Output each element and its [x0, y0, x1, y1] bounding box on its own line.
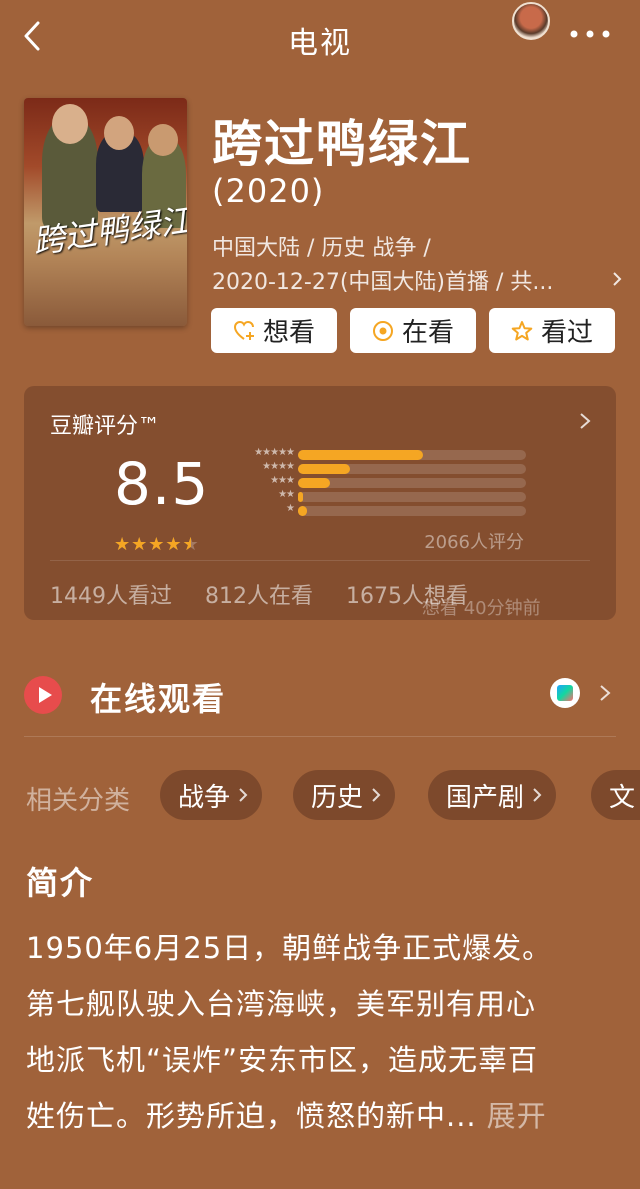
online-watch-title: 在线观看: [90, 680, 227, 718]
related-categories: 相关分类 战争 历史 国产剧 文: [24, 770, 640, 820]
play-icon: [24, 676, 62, 714]
movie-year: (2020): [212, 172, 325, 210]
intro-line-text: 姓伤亡。形势所迫，愤怒的新中...: [26, 1099, 477, 1133]
intro-heading: 简介: [26, 864, 95, 902]
chevron-right-icon: [372, 788, 381, 802]
poster-face: [148, 124, 178, 156]
category-chip[interactable]: 国产剧: [428, 770, 557, 820]
chevron-right-icon: [533, 788, 542, 802]
rating-distribution: ★★★★★ ★★★★ ★★★ ★★ ★: [234, 447, 554, 520]
rating-stars: ★★★★★ ★★★★★: [114, 534, 200, 555]
chevron-right-icon[interactable]: [578, 412, 592, 430]
distribution-bar: [298, 464, 351, 474]
chevron-right-icon: [600, 685, 611, 701]
distribution-row-3: ★★★: [234, 475, 554, 489]
top-bar: 电视: [0, 0, 640, 76]
divider: [24, 736, 616, 737]
watching-count: 812人在看: [205, 584, 313, 609]
watched-count: 1449人看过: [50, 584, 172, 609]
category-chip-label: 战争: [178, 782, 231, 813]
star-outline-icon: [511, 320, 533, 340]
distribution-bar: [298, 506, 308, 516]
three-star-icon: ★★★: [270, 475, 295, 486]
want-button[interactable]: 想看: [211, 308, 337, 353]
five-star-icon: ★★★★★: [254, 447, 295, 458]
category-chip-label: 文: [609, 782, 636, 813]
poster-face: [104, 116, 134, 150]
intro-line: 姓伤亡。形势所迫，愤怒的新中... 展开: [26, 1088, 616, 1144]
online-watch-row[interactable]: 在线观看: [24, 666, 616, 722]
watched-button[interactable]: 看过: [489, 308, 615, 353]
poster-face: [52, 104, 88, 144]
distribution-bar: [298, 492, 303, 502]
expand-link[interactable]: 展开: [487, 1099, 547, 1133]
target-icon: [372, 320, 393, 341]
two-star-icon: ★★: [278, 489, 295, 500]
rating-card[interactable]: 豆瓣评分™ 8.5 ★★★★★ ★★★★ ★ ★★★★ ★ ★★★ ★ ★★ ★ ★ ★ …: [24, 386, 616, 620]
status-toast: 想看 40分钟前: [422, 598, 541, 619]
distribution-bar: [298, 450, 424, 460]
avatar[interactable]: [512, 2, 550, 40]
distribution-row-5: ★★★★★: [234, 447, 554, 461]
rating-count: 2066人评分: [424, 532, 524, 553]
watching-button-label: 在看: [401, 318, 454, 348]
category-chip[interactable]: 战争: [160, 770, 263, 820]
rating-label: 豆瓣评分™: [50, 414, 161, 439]
video-app-icon: [550, 678, 580, 708]
chevron-right-icon: [239, 788, 248, 802]
more-icon[interactable]: [566, 22, 614, 46]
four-star-icon: ★★★★: [262, 461, 295, 472]
movie-meta-line2[interactable]: 2020-12-27(中国大陆)首播 / 共...: [212, 264, 622, 296]
movie-title: 跨过鸭绿江: [212, 115, 472, 173]
intro-line: 1950年6月25日，朝鲜战争正式爆发。: [26, 931, 553, 965]
category-chip[interactable]: 历史: [293, 770, 396, 820]
distribution-row-2: ★★: [234, 489, 554, 503]
category-chip[interactable]: 文: [591, 770, 640, 820]
intro-line: 第七舰队驶入台湾海峡，美军别有用心: [26, 987, 537, 1021]
rating-score: 8.5: [114, 450, 210, 518]
want-button-label: 想看: [262, 318, 315, 348]
one-star-icon: ★: [286, 503, 295, 514]
poster-image[interactable]: 跨过鸭绿江: [24, 98, 187, 326]
stars-filled: ★★★★★: [114, 534, 191, 555]
distribution-bar: [298, 478, 330, 488]
distribution-row-4: ★★★★: [234, 461, 554, 475]
movie-meta-line2-text: 2020-12-27(中国大陆)首播 / 共...: [212, 270, 554, 295]
chevron-right-icon: [613, 272, 622, 286]
watched-button-label: 看过: [540, 318, 593, 348]
category-chip-label: 国产剧: [446, 782, 525, 813]
intro-text: 1950年6月25日，朝鲜战争正式爆发。 第七舰队驶入台湾海峡，美军别有用心 地…: [26, 920, 616, 1144]
watching-button[interactable]: 在看: [350, 308, 476, 353]
categories-label: 相关分类: [26, 786, 131, 816]
movie-meta-line1: 中国大陆 / 历史 战争 /: [212, 236, 431, 261]
heart-plus-icon: [233, 320, 254, 340]
divider: [50, 560, 590, 561]
distribution-row-1: ★: [234, 503, 554, 517]
intro-line: 地派飞机“误炸”安东市区，造成无辜百: [26, 1043, 539, 1077]
category-chip-label: 历史: [311, 782, 364, 813]
